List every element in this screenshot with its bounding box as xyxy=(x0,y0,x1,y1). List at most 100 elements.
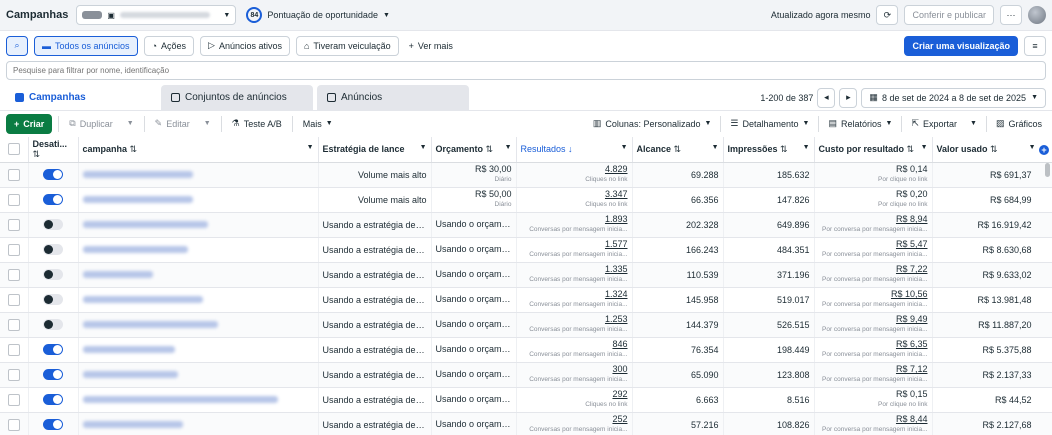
cost-per-result-value[interactable]: R$ 0,20 xyxy=(896,189,928,199)
reports-button[interactable]: ▤ Relatórios ▼ xyxy=(824,114,896,134)
edit-button[interactable]: ✎ Editar xyxy=(151,114,194,134)
campaign-name-cell[interactable] xyxy=(78,162,319,188)
review-publish-button[interactable]: Conferir e publicar xyxy=(904,5,994,25)
columns-button[interactable]: ▥ Colunas: Personalizado ▼ xyxy=(589,114,716,134)
search-input[interactable] xyxy=(6,61,1046,80)
results-value[interactable]: 3.347 xyxy=(605,189,628,199)
row-toggle-cell[interactable] xyxy=(28,187,79,213)
refresh-button[interactable]: ⟳ xyxy=(876,5,899,25)
export-button[interactable]: ⇱ Exportar xyxy=(907,114,961,134)
edit-dropdown[interactable]: ▼ xyxy=(200,114,215,134)
select-all-checkbox[interactable] xyxy=(7,143,20,156)
tab-ad-sets[interactable]: Conjuntos de anúncios xyxy=(161,85,313,110)
row-select-cell[interactable] xyxy=(0,312,29,338)
budget-cell[interactable]: Usando o orçament... xyxy=(431,287,517,313)
avatar[interactable] xyxy=(1028,6,1046,24)
budget-cell[interactable]: Usando o orçament... xyxy=(431,362,517,388)
row-toggle-cell[interactable] xyxy=(28,287,79,313)
budget-cell[interactable]: Usando o orçament... xyxy=(431,412,517,435)
cost-per-result-value[interactable]: R$ 8,94 xyxy=(896,214,928,224)
results-value[interactable]: 1.893 xyxy=(605,214,628,224)
scrollbar[interactable] xyxy=(1045,163,1050,177)
row-select-cell[interactable] xyxy=(0,412,29,435)
filter-actions[interactable]: ◔ Ações xyxy=(143,35,195,56)
tab-campaigns[interactable]: Campanhas xyxy=(5,85,157,110)
row-select-cell[interactable] xyxy=(0,187,29,213)
row-checkbox[interactable] xyxy=(7,268,20,281)
campaign-name-cell[interactable] xyxy=(78,212,319,238)
results-value[interactable]: 252 xyxy=(612,414,627,424)
row-checkbox[interactable] xyxy=(7,418,20,431)
cost-per-result-value[interactable]: R$ 7,12 xyxy=(896,364,928,374)
row-checkbox[interactable] xyxy=(7,318,20,331)
col-results[interactable]: Resultados ↓ ▼ xyxy=(516,137,633,163)
cost-per-result-value[interactable]: R$ 0,15 xyxy=(896,389,928,399)
row-select-cell[interactable] xyxy=(0,387,29,413)
cost-per-result-value[interactable]: R$ 6,35 xyxy=(896,339,928,349)
table-row[interactable]: Usando a estratégia de lanc... Usando o o… xyxy=(0,237,1052,263)
row-toggle-cell[interactable] xyxy=(28,262,79,288)
cost-per-result-value[interactable]: R$ 10,56 xyxy=(891,289,928,299)
row-toggle-cell[interactable] xyxy=(28,237,79,263)
campaign-name-redacted[interactable] xyxy=(82,220,208,228)
row-checkbox[interactable] xyxy=(7,293,20,306)
col-reach[interactable]: Alcance ⇅ ▼ xyxy=(632,137,724,163)
budget-cell[interactable]: Usando o orçament... xyxy=(431,212,517,238)
row-select-cell[interactable] xyxy=(0,362,29,388)
campaign-name-redacted[interactable] xyxy=(82,195,193,203)
filter-all-ads[interactable]: ▬ Todos os anúncios xyxy=(34,35,138,56)
next-page-button[interactable]: ▸ xyxy=(839,87,858,108)
budget-cell[interactable]: Usando o orçament... xyxy=(431,312,517,338)
delivery-toggle[interactable] xyxy=(43,219,63,230)
budget-cell[interactable]: Usando o orçament... xyxy=(431,387,517,413)
select-all-header[interactable] xyxy=(0,137,29,163)
row-toggle-cell[interactable] xyxy=(28,312,79,338)
delivery-toggle[interactable] xyxy=(43,369,63,380)
row-checkbox[interactable] xyxy=(7,193,20,206)
row-select-cell[interactable] xyxy=(0,287,29,313)
row-checkbox[interactable] xyxy=(7,368,20,381)
col-amount-spent[interactable]: Valor usado ⇅ ▼ xyxy=(932,137,1052,163)
row-toggle-cell[interactable] xyxy=(28,337,79,363)
cost-per-result-value[interactable]: R$ 9,49 xyxy=(896,314,928,324)
charts-button[interactable]: ▨ Gráficos xyxy=(992,114,1046,134)
results-value[interactable]: 1.253 xyxy=(605,314,628,324)
campaign-name-cell[interactable] xyxy=(78,287,319,313)
campaign-name-cell[interactable] xyxy=(78,412,319,435)
delivery-toggle[interactable] xyxy=(43,194,63,205)
col-bid-strategy[interactable]: Estratégia de lance ▼ xyxy=(318,137,432,163)
delivery-toggle[interactable] xyxy=(43,419,63,430)
campaign-name-redacted[interactable] xyxy=(82,245,188,253)
campaign-name-cell[interactable] xyxy=(78,187,319,213)
search-toggle-button[interactable]: ⌕ xyxy=(6,35,28,56)
table-row[interactable]: Usando a estratégia de lanc... Usando o o… xyxy=(0,262,1052,288)
cost-per-result-value[interactable]: R$ 7,22 xyxy=(896,264,928,274)
delivery-toggle[interactable] xyxy=(43,294,63,305)
opportunity-score[interactable]: 84 Pontuação de oportunidade ▼ xyxy=(246,7,390,23)
view-settings-button[interactable]: ≡ xyxy=(1024,35,1046,56)
results-value[interactable]: 1.324 xyxy=(605,289,628,299)
campaign-name-cell[interactable] xyxy=(78,387,319,413)
delivery-toggle[interactable] xyxy=(43,319,63,330)
campaign-name-cell[interactable] xyxy=(78,262,319,288)
add-column-button[interactable]: + xyxy=(1039,145,1049,155)
account-selector[interactable]: ▣ ▼ xyxy=(76,5,237,25)
table-row[interactable]: Usando a estratégia de lanc... Usando o o… xyxy=(0,287,1052,313)
filter-active-ads[interactable]: ▷ Anúncios ativos xyxy=(200,35,290,56)
budget-cell[interactable]: R$ 30,00 Diário xyxy=(431,162,517,188)
filter-had-delivery[interactable]: ⌂ Tiveram veiculação xyxy=(295,35,399,56)
more-button[interactable]: Mais ▼ xyxy=(299,114,337,134)
duplicate-button[interactable]: ⧉ Duplicar xyxy=(65,114,116,134)
campaign-name-redacted[interactable] xyxy=(82,270,153,278)
row-checkbox[interactable] xyxy=(7,343,20,356)
results-value[interactable]: 292 xyxy=(612,389,627,399)
row-checkbox[interactable] xyxy=(7,243,20,256)
campaign-name-redacted[interactable] xyxy=(82,320,218,328)
cost-per-result-value[interactable]: R$ 8,44 xyxy=(896,414,928,424)
row-toggle-cell[interactable] xyxy=(28,362,79,388)
campaign-name-redacted[interactable] xyxy=(82,420,183,428)
col-budget[interactable]: Orçamento ⇅ ▼ xyxy=(431,137,517,163)
campaign-name-redacted[interactable] xyxy=(82,395,278,403)
col-campaign[interactable]: campanha ⇅ ▼ xyxy=(78,137,319,163)
campaign-name-redacted[interactable] xyxy=(82,295,203,303)
